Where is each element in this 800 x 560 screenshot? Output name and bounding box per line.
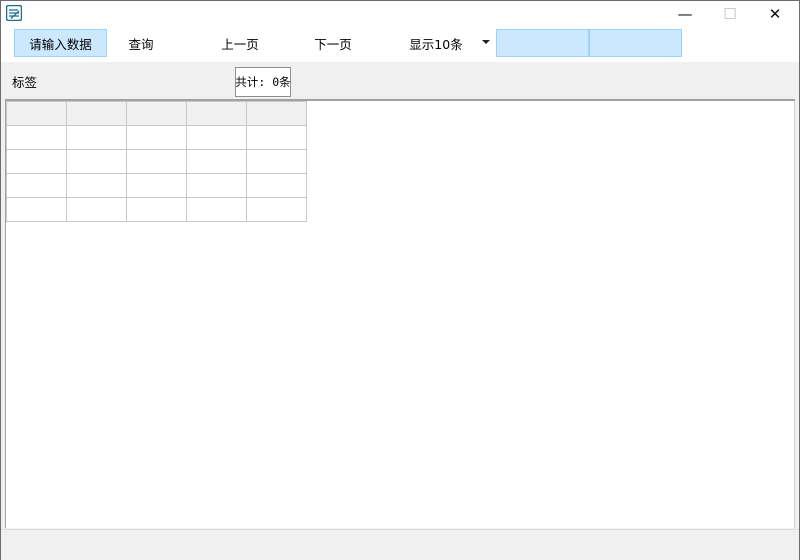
close-icon: ✕ <box>768 4 782 23</box>
grid-cell[interactable] <box>186 125 247 150</box>
next-page-button[interactable]: 下一页 <box>294 29 372 57</box>
label-area: 标签 共计: 0条 <box>1 62 799 99</box>
query-label: 查询 <box>128 36 154 52</box>
minimize-button[interactable]: — <box>662 1 708 27</box>
grid-cell[interactable] <box>6 173 67 198</box>
input-data-button[interactable]: 请输入数据 <box>14 29 107 57</box>
grid-cell[interactable] <box>246 173 307 198</box>
toolbar: 请输入数据 查询 上一页 下一页 显示10条 <box>1 27 799 62</box>
app-window: — ☐ ✕ 请输入数据 查询 上一页 下一页 显示10条 标签 共计: 0条 <box>0 0 800 560</box>
page-size-label: 显示10条 <box>409 36 463 52</box>
total-count-text: 共计: 0条 <box>235 75 291 89</box>
table-row[interactable] <box>6 149 307 174</box>
grid-header-row <box>6 101 307 126</box>
toolbar-blank-button-2[interactable] <box>589 29 682 57</box>
grid-cell[interactable] <box>246 197 307 222</box>
grid-cell[interactable] <box>6 197 67 222</box>
table-row[interactable] <box>6 173 307 198</box>
grid-cell[interactable] <box>246 149 307 174</box>
table-row[interactable] <box>6 125 307 150</box>
grid-cell[interactable] <box>186 149 247 174</box>
query-button[interactable]: 查询 <box>111 29 171 57</box>
grid-cell[interactable] <box>6 125 67 150</box>
grid-cell[interactable] <box>66 173 127 198</box>
tag-label: 标签 <box>12 75 38 90</box>
maximize-button[interactable]: ☐ <box>707 1 753 27</box>
table-row[interactable] <box>6 197 307 222</box>
page-size-dropdown[interactable]: 显示10条 <box>399 29 473 57</box>
maximize-icon: ☐ <box>723 4 737 23</box>
title-bar[interactable]: — ☐ ✕ <box>1 1 799 27</box>
grid-cell[interactable] <box>66 149 127 174</box>
data-grid-panel[interactable] <box>5 101 795 528</box>
input-data-label: 请输入数据 <box>29 36 92 52</box>
column-header[interactable] <box>126 101 187 126</box>
total-count-box: 共计: 0条 <box>235 67 291 97</box>
column-header[interactable] <box>66 101 127 126</box>
column-header[interactable] <box>246 101 307 126</box>
status-bar <box>1 529 799 560</box>
close-button[interactable]: ✕ <box>752 1 798 27</box>
grid-cell[interactable] <box>126 125 187 150</box>
column-header[interactable] <box>6 101 67 126</box>
grid-cell[interactable] <box>126 197 187 222</box>
grid-cell[interactable] <box>66 197 127 222</box>
data-grid[interactable] <box>6 101 307 222</box>
grid-cell[interactable] <box>66 125 127 150</box>
column-header[interactable] <box>186 101 247 126</box>
grid-cell[interactable] <box>246 125 307 150</box>
minimize-icon: — <box>677 4 693 23</box>
grid-cell[interactable] <box>6 149 67 174</box>
toolbar-blank-button-1[interactable] <box>496 29 589 57</box>
prev-page-button[interactable]: 上一页 <box>201 29 279 57</box>
next-page-label: 下一页 <box>314 36 352 52</box>
chevron-down-icon[interactable] <box>482 40 490 44</box>
prev-page-label: 上一页 <box>221 36 259 52</box>
grid-cell[interactable] <box>126 173 187 198</box>
grid-cell[interactable] <box>126 149 187 174</box>
grid-cell[interactable] <box>186 173 247 198</box>
grid-cell[interactable] <box>186 197 247 222</box>
app-logo-icon <box>5 4 23 22</box>
